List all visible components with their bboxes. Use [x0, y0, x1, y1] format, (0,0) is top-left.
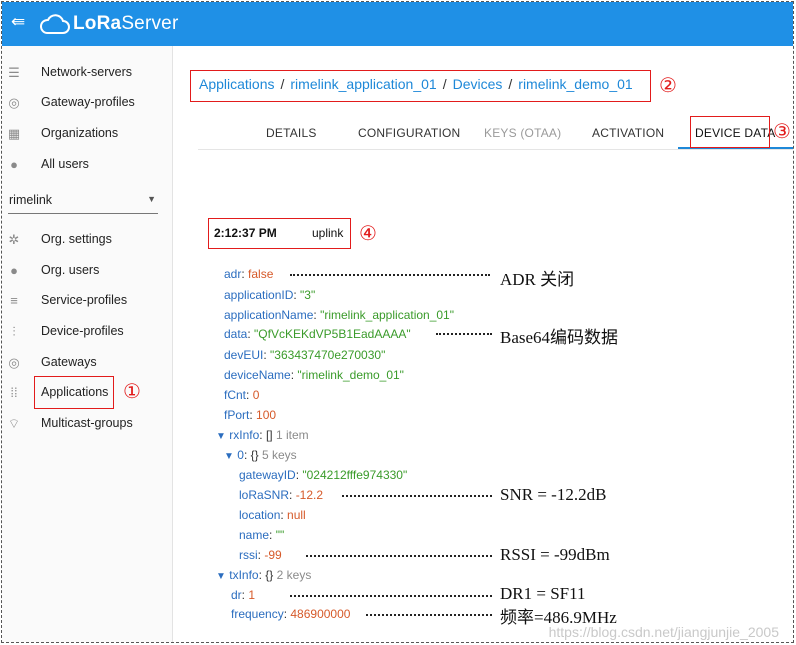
broadcast-icon: ◎ — [8, 95, 20, 110]
annotation-leader-data — [436, 333, 492, 335]
cloud-logo-icon — [40, 14, 70, 34]
sidebar-item-service-profiles[interactable]: ≡ Service-profiles — [2, 288, 173, 314]
json-row-rssi: rssi: -99 — [239, 548, 282, 562]
building-icon: ▦ — [7, 126, 21, 141]
account-list-icon: ≡ — [10, 293, 18, 308]
sidebar: ☰ Network-servers ◎ Gateway-profiles ▦ O… — [2, 46, 173, 642]
sidebar-item-org-users[interactable]: ● Org. users — [2, 258, 173, 284]
sidebar-item-label: Network-servers — [41, 65, 132, 79]
sidebar-item-device-profiles[interactable]: ⫶ Device-profiles — [2, 319, 173, 345]
annotation-adr: ADR 关闭 — [500, 270, 575, 289]
json-row-rxinfo[interactable]: ▼ rxInfo: [] 1 item — [216, 428, 309, 442]
sidebar-item-label: Service-profiles — [41, 293, 128, 307]
json-row-frequency: frequency: 486900000 — [231, 607, 351, 621]
sidebar-item-label: Org. users — [41, 263, 100, 277]
sidebar-item-label: Multicast-groups — [41, 416, 133, 430]
organization-select[interactable]: rimelink ▼ — [8, 188, 158, 214]
sidebar-item-label: All users — [41, 157, 89, 171]
annotation-data: Base64编码数据 — [500, 328, 619, 347]
sliders-icon: ⫶ — [12, 324, 16, 339]
annotation-rssi: RSSI = -99dBm — [500, 545, 610, 564]
json-row-data: data: "QfVcKEKdVP5B1EadAAAA" — [224, 327, 411, 341]
sidebar-item-gateways[interactable]: ◎ Gateways — [2, 350, 173, 376]
annotation-snr: SNR = -12.2dB — [500, 485, 607, 504]
annotation-dr: DR1 = SF11 — [500, 584, 586, 603]
json-row-applicationid: applicationID: "3" — [224, 288, 316, 302]
json-row-fport: fPort: 100 — [224, 408, 277, 422]
expand-triangle-icon[interactable]: ▼ — [216, 431, 226, 442]
tab-details[interactable]: DETAILS — [266, 126, 317, 140]
marker-3: ③ — [773, 119, 791, 143]
gear-icon: ✲ — [8, 232, 20, 247]
sidebar-item-label: Gateways — [41, 355, 97, 369]
sidebar-item-label: Organizations — [41, 126, 119, 140]
apps-grid-icon: ⁞⁞ — [10, 385, 18, 400]
json-row-txinfo[interactable]: ▼ txInfo: {} 2 keys — [216, 568, 311, 582]
annotation-leader-frequency — [366, 614, 492, 616]
sidebar-item-org-settings[interactable]: ✲ Org. settings — [2, 227, 173, 253]
sidebar-item-organizations[interactable]: ▦ Organizations — [2, 121, 173, 147]
annotation-leader-adr — [290, 274, 490, 276]
screenshot-frame: ⇚ LoRaServer ☰ Network-servers ◎ Gateway… — [1, 1, 794, 643]
json-row-location: location: null — [239, 508, 306, 522]
json-row-dr: dr: 1 — [231, 588, 256, 602]
json-row-applicationname: applicationName: "rimelink_application_0… — [224, 308, 454, 322]
sidebar-item-multicast-groups[interactable]: ⌔ Multicast-groups — [2, 411, 173, 437]
menu-collapse-icon[interactable]: ⇚ — [8, 12, 28, 32]
tab-keys-otaa[interactable]: KEYS (OTAA) — [484, 126, 561, 140]
applications-highlight-box — [34, 376, 114, 409]
sidebar-item-all-users[interactable]: ● All users — [2, 152, 173, 178]
watermark: https://blog.csdn.net/jiangjunjie_2005 — [548, 624, 779, 640]
device-data-highlight-box — [690, 116, 770, 148]
app-title: LoRaServer — [73, 13, 179, 34]
user-icon: ● — [10, 157, 18, 172]
rss-icon: ⌔ — [7, 416, 21, 431]
json-row-lorasnr: loRaSNR: -12.2 — [239, 488, 324, 502]
expand-triangle-icon[interactable]: ▼ — [216, 571, 226, 582]
json-row-rxinfo-0[interactable]: ▼ 0: {} 5 keys — [224, 448, 297, 462]
annotation-leader-snr — [342, 495, 492, 497]
server-icon: ☰ — [8, 65, 20, 80]
top-app-bar: ⇚ LoRaServer — [2, 2, 793, 46]
tab-configuration[interactable]: CONFIGURATION — [358, 126, 460, 140]
json-row-deveui: devEUI: "363437470e270030" — [224, 348, 386, 362]
broadcast-icon: ◎ — [8, 355, 20, 370]
marker-1: ① — [123, 379, 141, 403]
sidebar-item-network-servers[interactable]: ☰ Network-servers — [2, 60, 173, 86]
annotation-leader-dr — [290, 595, 492, 597]
user-icon: ● — [10, 263, 18, 278]
json-row-adr: adr: false — [224, 267, 274, 281]
app-logo[interactable]: LoRaServer — [40, 8, 178, 40]
json-row-devicename: deviceName: "rimelink_demo_01" — [224, 368, 404, 382]
sidebar-item-gateway-profiles[interactable]: ◎ Gateway-profiles — [2, 90, 173, 116]
annotation-leader-rssi — [306, 555, 492, 557]
sidebar-item-label: Org. settings — [41, 232, 112, 246]
sidebar-item-label: Device-profiles — [41, 324, 124, 338]
json-row-name: name: "" — [239, 528, 285, 542]
sidebar-item-label: Gateway-profiles — [41, 95, 135, 109]
marker-2: ② — [659, 73, 677, 97]
event-header-highlight-box — [208, 218, 351, 249]
marker-4: ④ — [359, 221, 377, 245]
json-row-gatewayid: gatewayID: "024212fffe974330" — [239, 468, 408, 482]
json-row-fcnt: fCnt: 0 — [224, 388, 260, 402]
chevron-down-icon: ▼ — [147, 194, 156, 204]
organization-select-value: rimelink — [9, 193, 53, 207]
breadcrumb-highlight-box — [190, 70, 651, 102]
tab-activation[interactable]: ACTIVATION — [592, 126, 664, 140]
expand-triangle-icon[interactable]: ▼ — [224, 451, 234, 462]
